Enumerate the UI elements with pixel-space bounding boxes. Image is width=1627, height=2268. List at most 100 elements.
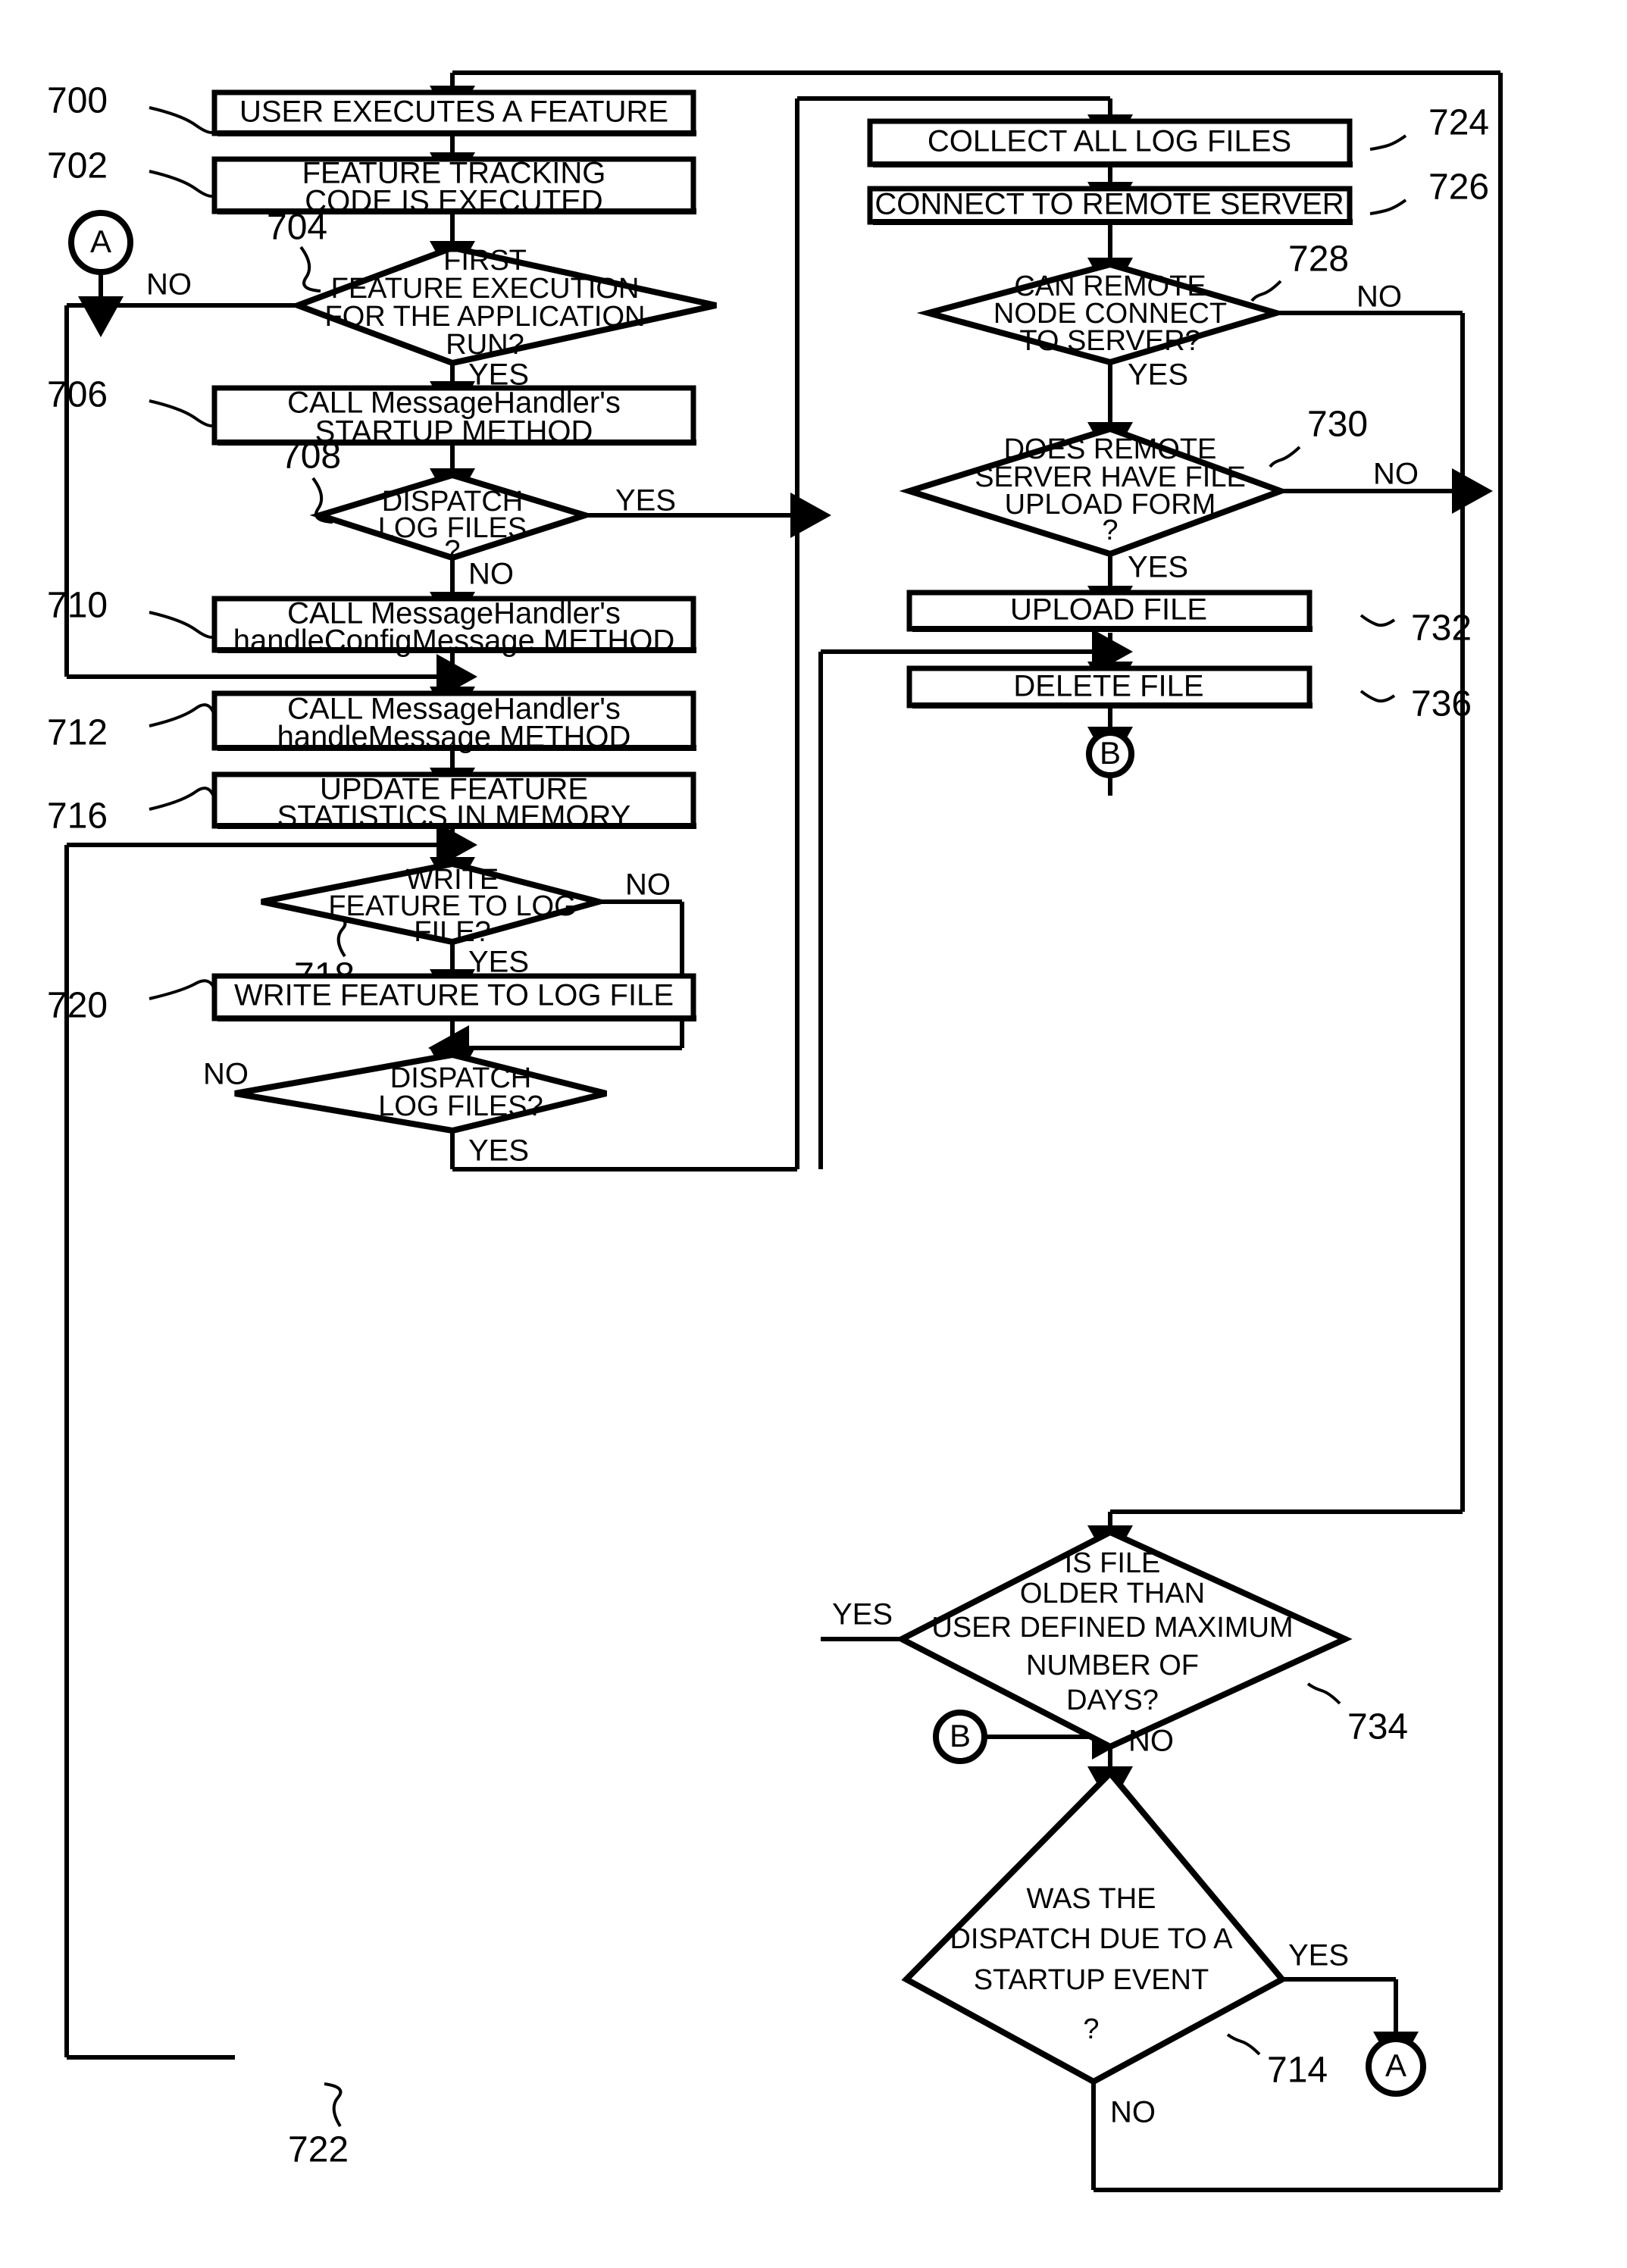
- ref-700: 700: [47, 81, 108, 121]
- node-734-line2: OLDER THAN: [1020, 1578, 1205, 1609]
- node-704-first-feature-execution: FIRST FEATURE EXECUTION FOR THE APPLICAT…: [289, 244, 717, 367]
- leader-720: [149, 979, 216, 1000]
- edge-label-714-no: NO: [1110, 2096, 1156, 2129]
- edge-label-704-no: NO: [146, 268, 192, 302]
- connector-a-bottom-letter: A: [1385, 2047, 1406, 2083]
- node-734-line3: USER DEFINED MAXIMUM: [931, 1612, 1293, 1644]
- node-714-line3: STARTUP EVENT: [974, 1964, 1209, 1996]
- node-732-upload-file: UPLOAD FILE: [906, 590, 1313, 632]
- node-734-line5: DAYS?: [1066, 1685, 1159, 1716]
- leader-706: [149, 399, 215, 427]
- edge-label-708-no: NO: [468, 558, 514, 591]
- edge-label-730-yes: YES: [1128, 551, 1188, 584]
- ref-720: 720: [47, 986, 108, 1026]
- node-728-line3: TO SERVER?: [1019, 325, 1200, 357]
- node-720-write-feature-to-log-file-action: WRITE FEATURE TO LOG FILE: [211, 973, 696, 1021]
- ref-736: 736: [1411, 684, 1472, 724]
- ref-730: 730: [1307, 405, 1368, 445]
- node-700-label: USER EXECUTES A FEATURE: [239, 95, 668, 129]
- ref-714: 714: [1267, 2051, 1328, 2091]
- node-736-delete-file: DELETE FILE: [906, 665, 1313, 709]
- leader-704: [299, 246, 321, 292]
- node-718-write-feature-to-log-file: WRITE FEATURE TO LOG FILE?: [261, 860, 611, 948]
- edge-left-feed-736: [818, 629, 1133, 1169]
- connector-b-bottom: B: [933, 1710, 987, 1764]
- ref-722: 722: [288, 2130, 349, 2170]
- node-720-label: WRITE FEATURE TO LOG FILE: [234, 979, 674, 1012]
- ref-702: 702: [47, 146, 108, 186]
- leader-732: [1359, 614, 1396, 627]
- leader-724: [1369, 134, 1407, 151]
- node-708-line3: ?: [444, 535, 460, 567]
- node-734-line4: NUMBER OF: [1026, 1650, 1199, 1681]
- node-724-label: COLLECT ALL LOG FILES: [928, 125, 1291, 158]
- node-710-line2: handleConfigMessage METHOD: [233, 624, 674, 658]
- ref-724: 724: [1428, 103, 1489, 143]
- node-712-line2: handleMessage METHOD: [277, 721, 631, 754]
- flowchart-figure: USER EXECUTES A FEATURE 700 FEATURE TRAC…: [0, 0, 1627, 2268]
- edge-722-no: [64, 822, 477, 2060]
- node-730-line1: DOES REMOTE: [1004, 433, 1217, 465]
- node-716-line2: STATISTICS IN MEMORY: [277, 800, 631, 834]
- edge-label-728-no: NO: [1356, 280, 1402, 314]
- node-714-line2: DISPATCH DUE TO A: [950, 1923, 1233, 1955]
- edge-label-734-no: NO: [1128, 1725, 1174, 1758]
- connector-a-top: A: [68, 210, 133, 275]
- node-722-line1: DISPATCH: [390, 1062, 532, 1094]
- node-704-line4: RUN?: [446, 329, 524, 361]
- leader-714: [1226, 2033, 1261, 2056]
- connector-b-top: B: [1086, 730, 1134, 778]
- node-726-label: CONNECT TO REMOTE SERVER: [875, 188, 1344, 221]
- connector-b-bottom-letter: B: [950, 1718, 971, 1753]
- leader-728: [1250, 280, 1282, 302]
- edge-label-722-yes: YES: [468, 1134, 529, 1168]
- leader-726: [1369, 199, 1407, 215]
- leader-712: [149, 703, 216, 727]
- node-730-does-remote-server-have-upload-form: DOES REMOTE SERVER HAVE FILE UPLOAD FORM…: [899, 425, 1290, 558]
- leader-734: [1306, 1682, 1341, 1705]
- connector-a-top-letter: A: [90, 224, 111, 259]
- node-730-line4: ?: [1102, 515, 1118, 546]
- connector-a-bottom: A: [1366, 2036, 1426, 2097]
- edge-label-714-yes: YES: [1288, 1939, 1349, 1972]
- node-718-line3: FILE?: [414, 916, 490, 948]
- node-704-line2: FEATURE EXECUTION: [331, 273, 640, 305]
- leader-710: [149, 611, 215, 639]
- node-704-line1: FIRST: [443, 245, 527, 277]
- ref-732: 732: [1411, 608, 1472, 649]
- node-726-connect-to-remote-server: CONNECT TO REMOTE SERVER: [867, 186, 1353, 225]
- node-704-line3: FOR THE APPLICATION: [324, 301, 645, 333]
- node-722-line2: LOG FILES?: [378, 1090, 543, 1122]
- edge-label-708-yes: YES: [615, 484, 676, 518]
- node-732-label: UPLOAD FILE: [1010, 593, 1207, 627]
- node-700-user-executes-feature: USER EXECUTES A FEATURE: [211, 89, 696, 136]
- leader-722: [324, 2082, 343, 2128]
- node-728-can-remote-node-connect: CAN REMOTE NODE CONNECT TO SERVER?: [916, 261, 1288, 366]
- node-736-label: DELETE FILE: [1013, 670, 1203, 703]
- edge-label-730-no: NO: [1373, 458, 1419, 491]
- edge-label-718-no: NO: [625, 868, 671, 902]
- node-722-dispatch-log-files-bottom: DISPATCH LOG FILES?: [234, 1051, 607, 1134]
- ref-712: 712: [47, 713, 108, 753]
- node-724-collect-all-log-files: COLLECT ALL LOG FILES: [867, 118, 1353, 167]
- leader-716: [149, 787, 216, 811]
- node-734-line1: IS FILE: [1065, 1547, 1161, 1579]
- node-706-line2: STARTUP METHOD: [315, 415, 593, 449]
- node-710-call-handleconfigmessage: CALL MessageHandler's handleConfigMessag…: [211, 596, 696, 658]
- ref-716: 716: [47, 796, 108, 837]
- node-712-call-handlemessage: CALL MessageHandler's handleMessage METH…: [211, 690, 696, 754]
- edge-label-728-yes: YES: [1128, 358, 1188, 392]
- flowchart-canvas: USER EXECUTES A FEATURE 700 FEATURE TRAC…: [47, 70, 1503, 2192]
- leader-702: [149, 170, 215, 198]
- node-708-dispatch-log-files: DISPATCH LOG FILES ?: [309, 471, 596, 567]
- leader-730: [1269, 446, 1301, 468]
- leader-736: [1359, 690, 1396, 703]
- node-716-update-feature-statistics: UPDATE FEATURE STATISTICS IN MEMORY: [211, 771, 696, 834]
- node-714-line1: WAS THE: [1026, 1883, 1156, 1915]
- ref-726: 726: [1428, 167, 1489, 208]
- node-714-was-dispatch-due-to-startup-event: WAS THE DISPATCH DUE TO A STARTUP EVENT …: [901, 1769, 1288, 2085]
- ref-734: 734: [1347, 1707, 1408, 1747]
- edge-label-734-yes: YES: [832, 1598, 893, 1631]
- ref-728: 728: [1288, 239, 1349, 280]
- ref-708: 708: [280, 436, 341, 477]
